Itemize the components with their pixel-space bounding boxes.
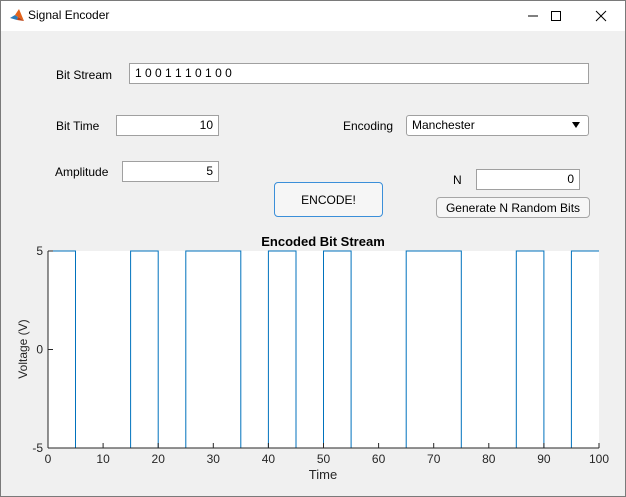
x-tick-label: 100 xyxy=(589,452,609,466)
x-tick-label: 90 xyxy=(537,452,551,466)
encoding-selected-value: Manchester xyxy=(412,118,475,132)
bit-time-label: Bit Time xyxy=(56,119,100,133)
x-tick-label: 40 xyxy=(262,452,276,466)
x-tick-label: 30 xyxy=(207,452,221,466)
amplitude-label: Amplitude xyxy=(55,165,109,179)
amplitude-field[interactable]: 5 xyxy=(122,161,219,182)
waveform xyxy=(48,250,599,449)
encode-button[interactable]: ENCODE! xyxy=(274,182,383,217)
dropdown-arrow-icon xyxy=(572,122,580,128)
chart-title: Encoded Bit Stream xyxy=(261,234,385,249)
bit-stream-field[interactable]: 1 0 0 1 1 1 0 1 0 0 xyxy=(129,63,589,84)
x-tick-label: 20 xyxy=(152,452,166,466)
x-tick-label: 60 xyxy=(372,452,386,466)
x-tick-label: 70 xyxy=(427,452,441,466)
y-tick-label: -5 xyxy=(32,441,43,455)
app-window: Signal Encoder Bit Stream 1 0 0 1 1 1 0 … xyxy=(0,0,626,497)
x-tick-label: 0 xyxy=(45,452,52,466)
y-tick-label: 0 xyxy=(36,343,43,357)
y-axis-label: Voltage (V) xyxy=(16,319,30,378)
x-tick-label: 50 xyxy=(317,452,331,466)
close-button[interactable] xyxy=(578,1,624,31)
encoding-label: Encoding xyxy=(343,119,394,133)
maximize-icon xyxy=(551,11,561,21)
close-icon xyxy=(595,10,607,22)
maximize-button[interactable] xyxy=(533,1,579,31)
waveform-series-0 xyxy=(48,250,599,449)
title-bar: Signal Encoder xyxy=(1,1,625,31)
x-tick-label: 80 xyxy=(482,452,496,466)
matlab-logo-icon xyxy=(10,9,24,21)
bit-stream-label: Bit Stream xyxy=(56,68,113,82)
encoding-select[interactable]: Manchester xyxy=(406,115,589,136)
x-tick-label: 10 xyxy=(96,452,110,466)
encoded-bit-stream-chart: Encoded Bit Stream 0 10 20 30 40 50 60 70 80 90 10… xyxy=(16,234,609,482)
window-title: Signal Encoder xyxy=(28,8,110,22)
bit-time-field[interactable]: 10 xyxy=(116,115,219,136)
n-label: N xyxy=(453,173,462,187)
y-tick-label: 5 xyxy=(36,244,43,258)
x-axis-label: Time xyxy=(309,467,337,482)
n-field[interactable]: 0 xyxy=(476,169,580,190)
generate-random-bits-button[interactable]: Generate N Random Bits xyxy=(436,197,590,218)
